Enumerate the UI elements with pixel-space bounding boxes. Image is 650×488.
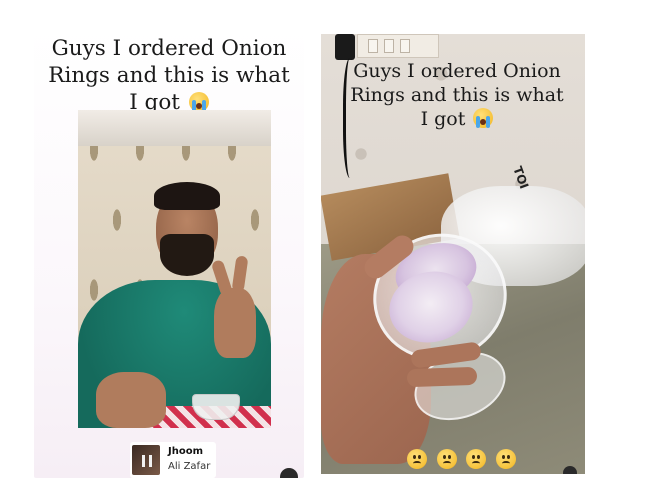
switch <box>384 39 394 53</box>
album-art <box>132 445 160 475</box>
victory-hand <box>214 288 256 358</box>
more-options-dot[interactable] <box>280 468 298 478</box>
pleading-face-icon <box>466 449 487 469</box>
pause-icon[interactable] <box>142 455 152 467</box>
right-story-panel: TOI Guys I ordered Onion Rings and this … <box>321 34 585 474</box>
person-beard <box>160 234 214 276</box>
right-caption-line2: Rings and this is what <box>350 83 564 106</box>
pleading-face-icon <box>436 449 457 469</box>
more-options-dot[interactable] <box>563 466 577 474</box>
finger <box>406 366 478 388</box>
left-caption-line2: Rings and this is what <box>48 62 290 88</box>
pleading-face-icon <box>407 449 427 469</box>
resting-hand <box>96 372 166 428</box>
left-story-photo <box>78 110 271 428</box>
curtain <box>78 110 271 146</box>
music-sticker[interactable]: Jhoom Ali Zafar <box>130 442 216 478</box>
pleading-face-icon <box>496 449 517 469</box>
left-story-caption: Guys I ordered Onion Rings and this is w… <box>42 36 296 117</box>
person-hair <box>154 182 220 210</box>
plastic-bowl <box>192 394 240 420</box>
power-plug <box>335 34 355 60</box>
right-caption-line1: Guys I ordered Onion <box>353 60 561 82</box>
crying-face-icon <box>473 107 494 128</box>
left-story-panel: Guys I ordered Onion Rings and this is w… <box>34 28 304 478</box>
crying-face-icon <box>188 91 209 112</box>
right-caption-line3: I got <box>420 107 466 130</box>
reaction-emoji-row <box>407 448 520 469</box>
left-caption-line1: Guys I ordered Onion <box>51 36 287 61</box>
song-artist: Ali Zafar <box>168 461 211 472</box>
switch <box>400 39 410 53</box>
right-caption-line3-wrap: I got <box>341 107 573 132</box>
song-title: Jhoom <box>168 446 203 457</box>
switch <box>368 39 378 53</box>
right-story-caption: Guys I ordered Onion Rings and this is w… <box>341 60 573 131</box>
switch-board <box>357 34 439 58</box>
